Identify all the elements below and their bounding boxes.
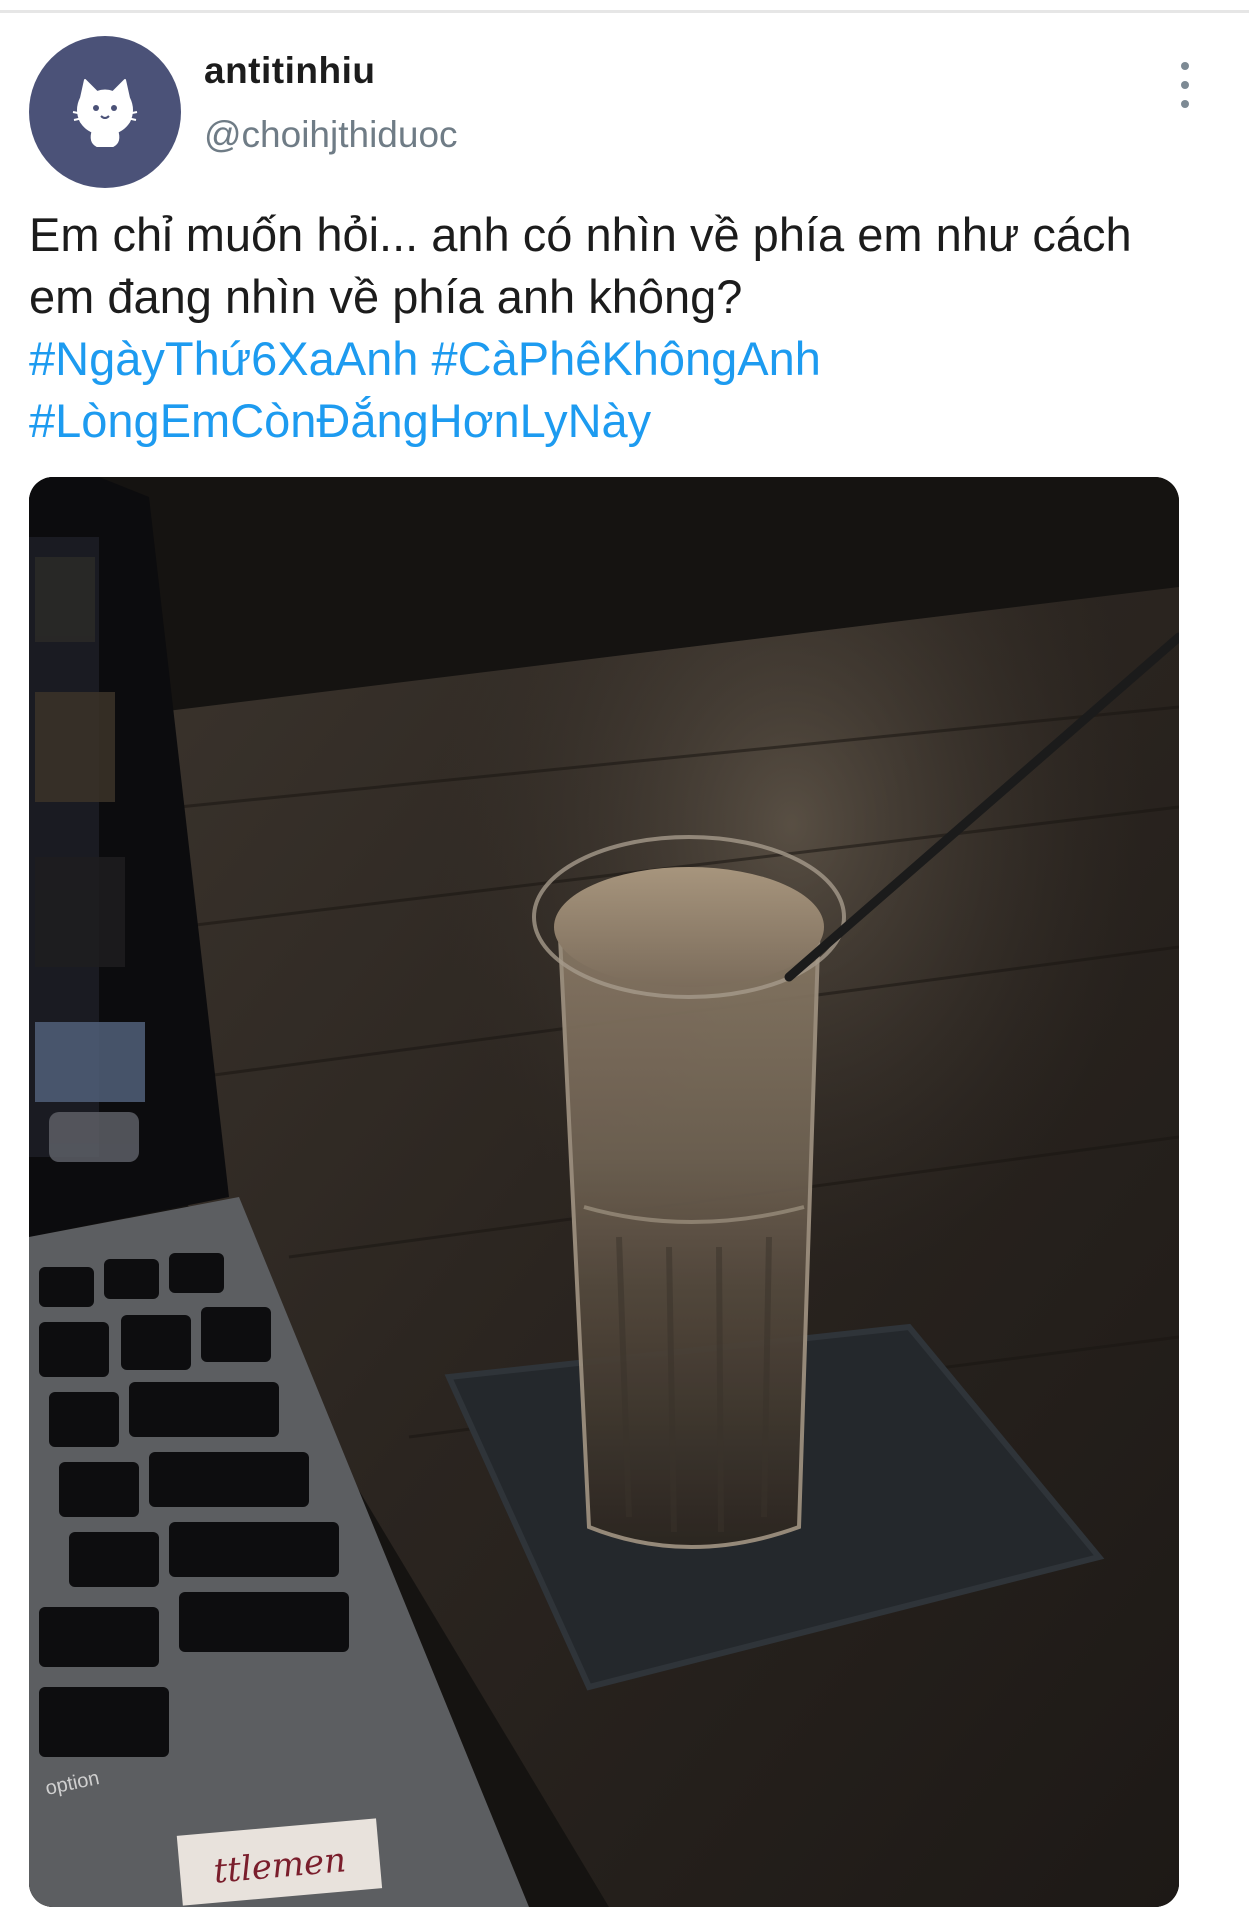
display-name[interactable]: antitinhiu <box>204 50 375 92</box>
hashtag-link[interactable]: #LòngEmCònĐắngHơnLyNày <box>29 394 651 447</box>
cat-avatar-icon <box>63 68 147 157</box>
user-handle[interactable]: @choihjthiduoc <box>204 114 458 156</box>
more-vertical-icon[interactable] <box>1172 62 1198 108</box>
hashtag-link[interactable]: #CàPhêKhôngAnh <box>432 332 821 385</box>
tweet-media-photo[interactable]: ttlemen option <box>29 477 1179 1907</box>
hashtag-link[interactable]: #NgàyThứ6XaAnh <box>29 332 418 385</box>
tweet-text-line: em đang nhìn về phía anh không? <box>29 270 743 323</box>
top-divider <box>0 10 1249 13</box>
tweet-text: Em chỉ muốn hỏi... anh có nhìn về phía e… <box>29 204 1234 452</box>
avatar[interactable] <box>29 36 181 188</box>
tweet-text-line: Em chỉ muốn hỏi... anh có nhìn về phía e… <box>29 208 1132 261</box>
